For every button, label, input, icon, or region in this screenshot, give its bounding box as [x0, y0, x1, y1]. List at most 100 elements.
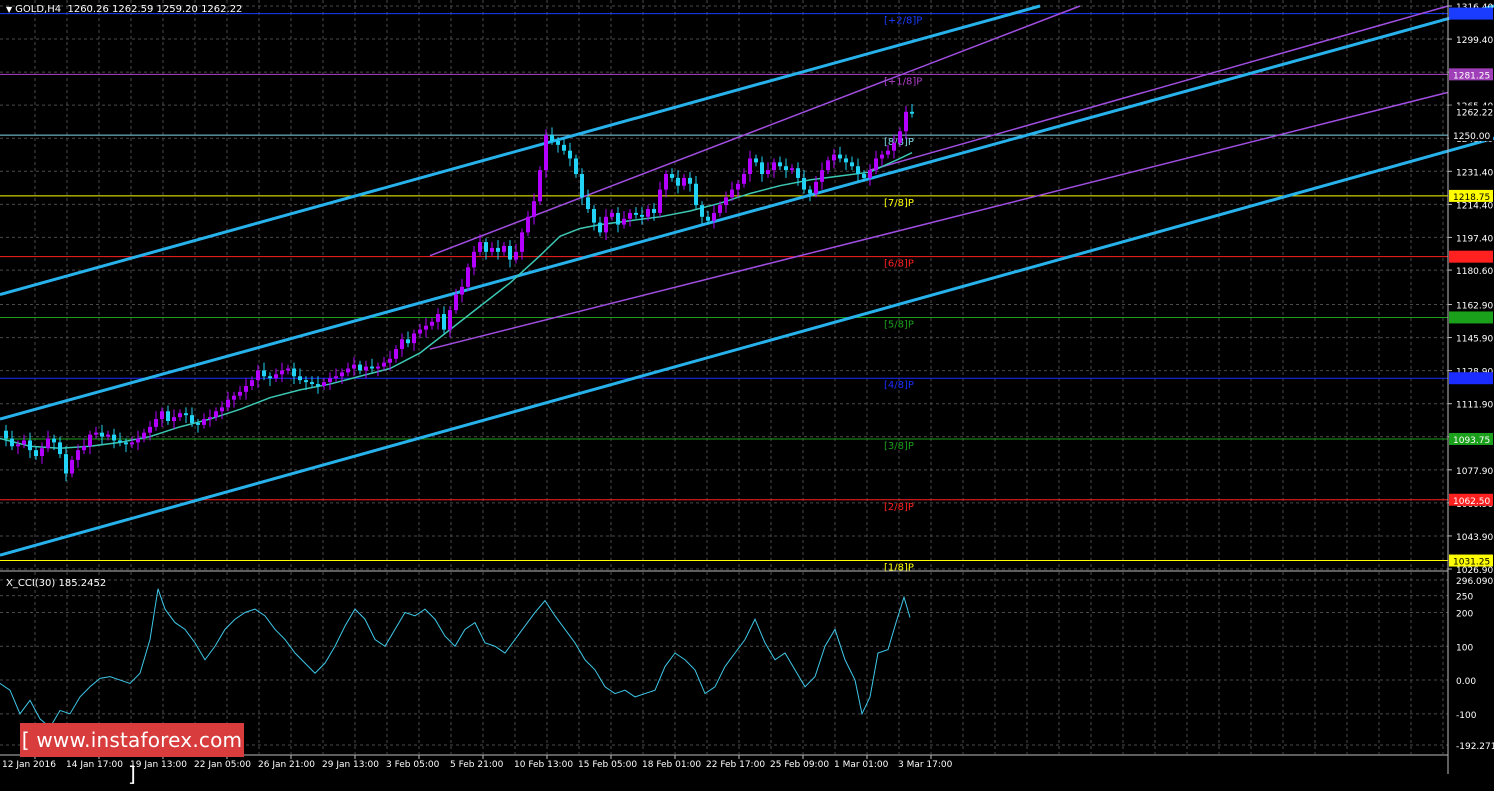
cci-tick-label: -192.2717: [1456, 742, 1494, 752]
candle-body: [574, 158, 578, 175]
candle-body: [712, 212, 716, 221]
dropdown-triangle-icon[interactable]: ▼: [6, 5, 12, 14]
candle-body: [736, 183, 740, 190]
current-price-label: 1262.22: [1456, 108, 1493, 118]
candle-body: [280, 370, 284, 375]
candle-body: [322, 382, 326, 387]
candle-body: [784, 166, 788, 171]
candle-body: [748, 158, 752, 175]
candle-body: [364, 366, 368, 371]
candle-body: [604, 216, 608, 233]
murray-label: [7/8]P: [884, 198, 914, 209]
candle-body: [274, 374, 278, 379]
candle-body: [370, 366, 374, 369]
price-tick-label: 1077.90: [1456, 467, 1493, 477]
price-chart[interactable]: [+2/8]P[+1/8]P[8/8]P[7/8]P[6/8]P[5/8]P[4…: [0, 0, 1494, 774]
candle-body: [472, 251, 476, 268]
candle-body: [202, 419, 206, 425]
candle-body: [352, 364, 356, 369]
candle-body: [592, 209, 596, 223]
candle-body: [454, 294, 458, 311]
candle-body: [814, 181, 818, 194]
candle-body: [718, 205, 722, 213]
level-tag-text: 1031.25: [1453, 558, 1490, 568]
candle-body: [544, 135, 548, 171]
candle-body: [238, 391, 242, 396]
time-tick-label: 22 Jan 05:00: [194, 760, 251, 770]
candle-body: [826, 160, 830, 171]
candle-body: [490, 247, 494, 252]
candle-body: [214, 411, 218, 418]
candle-body: [112, 434, 116, 441]
candle-body: [856, 166, 860, 175]
price-tick-label: 1111.90: [1456, 401, 1493, 411]
candle-body: [676, 177, 680, 186]
cci-tick-label: -100: [1456, 711, 1477, 721]
candle-body: [526, 216, 530, 233]
candle-body: [466, 267, 470, 287]
level-tag-text: 1156.25: [1453, 314, 1490, 324]
murray-label: [1/8]P: [884, 563, 914, 574]
chart-background: [0, 0, 1494, 774]
candle-body: [334, 376, 338, 379]
candle-body: [190, 415, 194, 423]
candle-body: [778, 162, 782, 167]
candle-body: [808, 189, 812, 194]
ohlc-values: 1260.26 1262.59 1259.20 1262.22: [67, 4, 243, 15]
candle-body: [250, 380, 254, 387]
candle-body: [628, 212, 632, 219]
time-tick-label: 22 Feb 17:00: [706, 760, 765, 770]
candle-body: [496, 247, 500, 252]
candle-body: [154, 419, 158, 427]
murray-label: [3/8]P: [884, 441, 914, 452]
candle-body: [514, 251, 518, 260]
candle-body: [418, 329, 422, 334]
candle-body: [610, 212, 614, 217]
time-tick-label: 12 Jan 2016: [2, 760, 56, 770]
candle-body: [46, 438, 50, 449]
instaforex-watermark[interactable]: [ www.instaforex.com ]: [20, 723, 244, 786]
time-tick-label: 25 Feb 09:00: [770, 760, 829, 770]
candle-body: [412, 333, 416, 344]
candle-body: [766, 170, 770, 175]
candle-body: [166, 411, 170, 422]
price-tick-label: 1197.40: [1456, 234, 1493, 244]
candle-body: [226, 399, 230, 408]
murray-label: [+1/8]P: [884, 76, 922, 87]
candle-body: [232, 395, 236, 400]
candle-body: [556, 140, 560, 145]
candle-body: [640, 214, 644, 217]
candle-body: [568, 150, 572, 159]
candle-body: [724, 197, 728, 206]
candle-body: [760, 162, 764, 175]
symbol-label: GOLD,H4: [15, 4, 62, 15]
candle-body: [502, 245, 506, 252]
price-tick-label: 1043.90: [1456, 533, 1493, 543]
time-tick-label: 18 Feb 01:00: [642, 760, 701, 770]
candle-body: [868, 170, 872, 178]
candle-body: [88, 434, 92, 447]
candle-body: [316, 384, 320, 387]
candle-body: [106, 434, 110, 437]
time-tick-label: 1 Mar 01:00: [834, 760, 889, 770]
symbol-header: ▼ GOLD,H4 1260.26 1262.59 1259.20 1262.22: [6, 4, 242, 15]
candle-body: [178, 413, 182, 418]
murray-label: [5/8]P: [884, 319, 914, 330]
candle-body: [16, 444, 20, 447]
candle-body: [484, 242, 488, 252]
candle-body: [82, 446, 86, 451]
candle-body: [64, 454, 68, 474]
candle-body: [430, 321, 434, 326]
candle-body: [700, 205, 704, 217]
time-tick-label: 26 Jan 21:00: [258, 760, 315, 770]
candle-body: [664, 174, 668, 190]
time-tick-label: 19 Jan 13:00: [130, 760, 187, 770]
candle-body: [886, 150, 890, 155]
price-tick-label: 1145.90: [1456, 335, 1493, 345]
candle-body: [130, 442, 134, 445]
candle-body: [706, 216, 710, 221]
time-tick-label: 3 Mar 17:00: [898, 760, 953, 770]
time-tick-label: 14 Jan 17:00: [66, 760, 123, 770]
candle-body: [400, 339, 404, 350]
candle-body: [910, 111, 914, 114]
